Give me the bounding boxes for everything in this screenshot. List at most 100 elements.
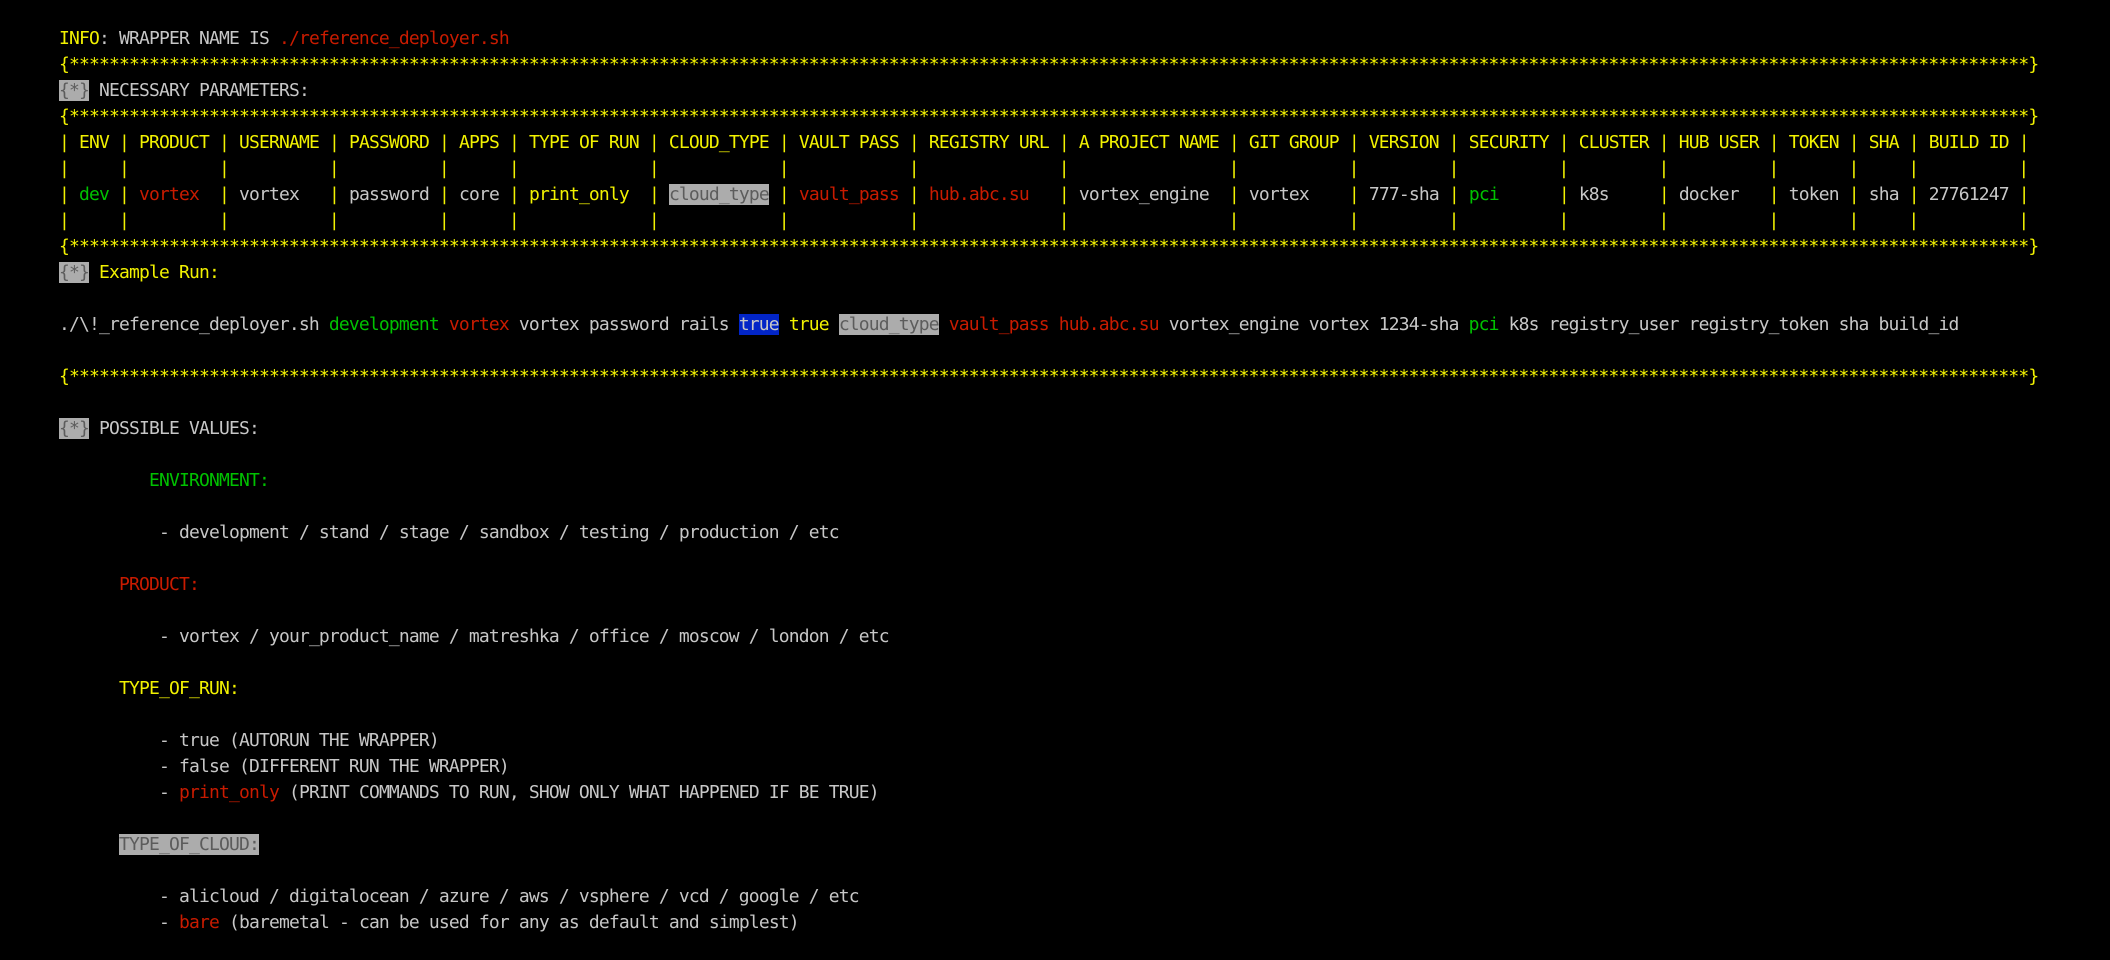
table-value-cell: print_only xyxy=(528,184,630,205)
table-value-row: | dev | vortex | vortex | password | cor… xyxy=(59,182,2038,208)
text-fragment: | xyxy=(438,132,459,153)
section-title-text: PRODUCT: xyxy=(118,574,200,595)
text-fragment: | xyxy=(119,132,139,153)
text-fragment xyxy=(59,470,149,491)
table-header-cell: GIT GROUP xyxy=(1248,132,1340,153)
text-fragment: ****************************************… xyxy=(69,236,2029,257)
text-fragment: | xyxy=(1908,132,1929,153)
table-header-cell: TOKEN xyxy=(1788,132,1840,153)
text-segment: - xyxy=(158,782,179,803)
blank xyxy=(59,494,2038,520)
text-fragment: | xyxy=(328,132,349,153)
text-fragment: | xyxy=(1558,184,1579,205)
table-spacer-row: | | | | | | | | | | | | | | | | | | | xyxy=(59,208,2038,234)
table-value-cell: 777-sha xyxy=(1368,184,1440,205)
blank xyxy=(59,442,2038,468)
text-segment xyxy=(1049,314,1059,335)
possible-values-title: {*} POSSIBLE VALUES: xyxy=(59,416,2038,442)
text-segment: print_only xyxy=(178,782,280,803)
text-fragment: | xyxy=(1908,184,1929,205)
blank xyxy=(59,702,2038,728)
table-header-cell: CLOUD_TYPE xyxy=(668,132,770,153)
text-fragment: | xyxy=(59,184,79,205)
text-fragment xyxy=(1309,184,1349,205)
text-fragment: | xyxy=(328,184,349,205)
marker-badge: {*} xyxy=(59,418,90,439)
text-fragment: | xyxy=(908,132,929,153)
text-segment: hub.abc.su xyxy=(1058,314,1160,335)
text-fragment: | xyxy=(1058,132,1079,153)
text-fragment: | xyxy=(908,184,929,205)
text-fragment xyxy=(1839,132,1849,153)
table-value-cell: vortex_engine xyxy=(1078,184,1210,205)
text-segment: pci xyxy=(1468,314,1500,335)
brace-open: { xyxy=(59,236,70,257)
section-title: PRODUCT: xyxy=(59,572,2038,598)
table-spacer-row: | | | | | | | | | | | | | | | | | | | xyxy=(59,156,2038,182)
text-fragment: | xyxy=(1228,132,1249,153)
text-segment: true xyxy=(738,314,780,335)
brace-close: } xyxy=(2028,54,2039,75)
text-fragment xyxy=(639,132,649,153)
text-segment: vortex password rails xyxy=(508,314,739,335)
table-header-cell: PRODUCT xyxy=(139,132,210,153)
table-header-cell: HUB USER xyxy=(1678,132,1760,153)
text-segment: - development / stand / stage / sandbox … xyxy=(158,522,840,543)
text-fragment: | xyxy=(1228,184,1249,205)
text-segment: cloud_type xyxy=(838,314,940,335)
text-fragment: | xyxy=(1448,132,1469,153)
section-title-text: ENVIRONMENT: xyxy=(148,470,270,491)
section-title: TYPE_OF_RUN: xyxy=(59,676,2038,702)
table-value-cell: sha xyxy=(1868,184,1900,205)
text-fragment: | xyxy=(648,132,669,153)
text-fragment: | xyxy=(508,132,529,153)
text-fragment: | xyxy=(1658,184,1679,205)
text-fragment xyxy=(899,184,909,205)
brace-close: } xyxy=(2028,106,2039,127)
separator-line: {***************************************… xyxy=(59,364,2039,390)
text-fragment: | xyxy=(1058,184,1079,205)
text-segment xyxy=(829,314,839,335)
text-fragment xyxy=(59,756,159,777)
text-segment: INFO xyxy=(59,28,100,49)
blank xyxy=(59,546,2038,572)
text-fragment xyxy=(1759,132,1769,153)
text-fragment xyxy=(59,626,159,647)
text-fragment xyxy=(1649,132,1659,153)
text-segment xyxy=(939,314,949,335)
text-segment: : WRAPPER NAME IS xyxy=(99,28,279,49)
text-fragment xyxy=(1609,184,1659,205)
table-header-cell: REGISTRY URL xyxy=(928,132,1050,153)
text-segment: true xyxy=(788,314,830,335)
text-fragment xyxy=(59,782,159,803)
brace-close: } xyxy=(2028,236,2039,257)
table-header-cell: A PROJECT NAME xyxy=(1078,132,1220,153)
marker-badge: {*} xyxy=(59,80,90,101)
table-value-cell: vortex xyxy=(238,184,300,205)
table-value-cell: vault_pass xyxy=(798,184,900,205)
text-segment xyxy=(439,314,449,335)
section-title-text: TYPE_OF_CLOUD: xyxy=(118,834,260,855)
marker-badge: {*} xyxy=(59,262,90,283)
text-segment: development xyxy=(328,314,440,335)
text-fragment xyxy=(899,132,909,153)
table-header-cell: TYPE OF RUN xyxy=(528,132,640,153)
table-value-cell: token xyxy=(1788,184,1840,205)
text-fragment xyxy=(769,184,779,205)
table-value-cell: cloud_type xyxy=(668,184,770,205)
text-fragment: ****************************************… xyxy=(69,106,2029,127)
text-fragment xyxy=(109,132,119,153)
text-fragment xyxy=(629,184,649,205)
text-fragment xyxy=(1739,184,1769,205)
table-header-row: | ENV | PRODUCT | USERNAME | PASSWORD | … xyxy=(59,130,2038,156)
text-fragment xyxy=(1549,132,1559,153)
text-fragment xyxy=(59,522,159,543)
table-value-cell: password xyxy=(348,184,430,205)
text-fragment: | xyxy=(438,184,459,205)
blank xyxy=(59,650,2038,676)
separator-line: {***************************************… xyxy=(59,104,2039,130)
table-value-cell: dev xyxy=(79,184,110,205)
text-fragment: | xyxy=(508,184,529,205)
blank xyxy=(59,858,2038,884)
text-fragment: | xyxy=(1448,184,1469,205)
